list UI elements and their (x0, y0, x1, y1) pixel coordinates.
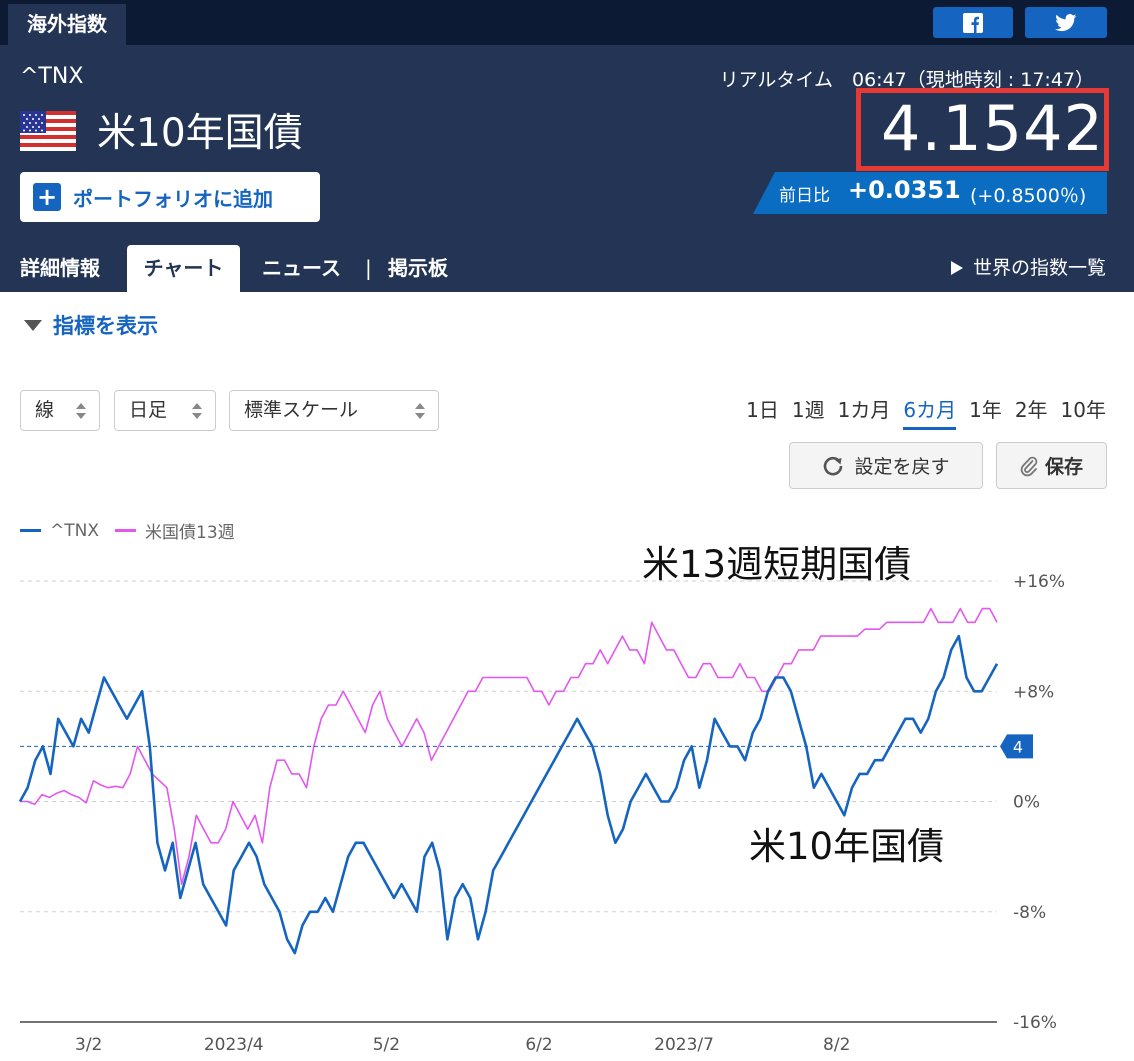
legend-swatch-tnx (20, 529, 41, 532)
ticker-symbol: ^TNX (20, 64, 84, 89)
save-button[interactable]: 保存 (996, 442, 1107, 489)
refresh-icon (824, 456, 843, 475)
twitter-share-button[interactable] (1025, 7, 1107, 38)
x-tick-label: 6/2 (525, 1035, 552, 1055)
chart-series (18, 607, 999, 955)
change-value: +0.0351 (848, 176, 961, 204)
range-1d[interactable]: 1日 (746, 394, 779, 430)
quote-header: 海外指数 ^TNX 米10年国債 + ポートフォリオに追加 リアルタイム 06:… (0, 0, 1134, 292)
chart-type-value: 線 (35, 399, 55, 421)
tab-board[interactable]: 掲示板 (388, 245, 448, 292)
current-price: 4.1542 (881, 92, 1104, 165)
tab-bar: 詳細情報 チャート ニュース | 掲示板 世界の指数一覧 (0, 245, 1134, 292)
show-indicators-label: 指標を表示 (53, 314, 158, 338)
x-tick-label: 3/2 (75, 1035, 102, 1055)
sort-arrows-icon (76, 403, 86, 419)
tab-news[interactable]: ニュース (262, 245, 341, 292)
tab-detail[interactable]: 詳細情報 (20, 245, 100, 292)
annotation-10-year-note: 米10年国債 (749, 825, 945, 868)
current-value-marker: 4 (20, 734, 1033, 759)
range-2y[interactable]: 2年 (1015, 394, 1048, 430)
index-name: 米10年国債 (97, 111, 303, 156)
legend-label-tnx: ^TNX (50, 520, 99, 541)
play-triangle-icon (950, 261, 963, 275)
y-tick-label: -8% (1013, 903, 1046, 923)
legend-swatch-13w (115, 529, 136, 532)
add-to-portfolio-button[interactable]: + ポートフォリオに追加 (20, 172, 320, 222)
y-tick-label: 0% (1013, 793, 1040, 813)
chart-type-select[interactable]: 線 (20, 390, 100, 431)
range-10y[interactable]: 10年 (1061, 394, 1106, 430)
reset-settings-label: 設定を戻す (854, 456, 950, 478)
y-tick-label: -16% (1013, 1013, 1057, 1033)
x-axis-labels: 3/2 2023/4 5/2 6/2 2023/7 8/2 (75, 1035, 850, 1055)
price-chart[interactable]: +16% +8% 0% -8% -16% 3/2 2023/4 5/2 6/2 2023/7 8/… (0, 540, 1134, 1061)
facebook-icon (963, 12, 983, 33)
range-selector: 1日 1週 1カ月 6カ月 1年 2年 10年 (746, 394, 1106, 430)
range-6m[interactable]: 6カ月 (903, 394, 957, 430)
scale-value: 標準スケール (244, 399, 359, 421)
sort-arrows-icon (192, 403, 202, 419)
sort-arrows-icon (415, 403, 425, 419)
save-label: 保存 (1044, 456, 1083, 478)
range-1w[interactable]: 1週 (792, 394, 825, 430)
triangle-down-icon (24, 319, 42, 331)
reset-settings-button[interactable]: 設定を戻す (789, 442, 983, 489)
x-tick-label: 8/2 (823, 1035, 850, 1055)
change-percent: (+0.8500％) (970, 185, 1087, 207)
top-bar: 海外指数 (0, 0, 1134, 45)
x-tick-label: 5/2 (373, 1035, 400, 1055)
section-tab[interactable]: 海外指数 (8, 4, 126, 45)
us-flag-icon (20, 111, 76, 151)
y-tick-label: +8% (1013, 682, 1054, 702)
change-label: 前日比 (779, 186, 830, 206)
series-line-tnx (18, 634, 999, 955)
tab-chart[interactable]: チャート (127, 245, 240, 292)
y-tick-label: +16% (1013, 572, 1065, 592)
range-1y[interactable]: 1年 (969, 394, 1002, 430)
period-value: 日足 (129, 399, 168, 421)
chart-grid (20, 580, 997, 1023)
annotation-13-week-bill: 米13週短期国債 (642, 543, 912, 586)
world-indices-link[interactable]: 世界の指数一覧 (950, 245, 1106, 292)
paperclip-icon (1020, 456, 1038, 476)
facebook-share-button[interactable] (933, 7, 1013, 38)
current-value-label: 4 (1013, 737, 1023, 756)
x-tick-label: 2023/7 (654, 1035, 714, 1055)
tab-separator: | (365, 256, 372, 280)
plus-icon: + (33, 183, 61, 211)
x-tick-label: 2023/4 (204, 1035, 264, 1055)
show-indicators-toggle[interactable]: 指標を表示 (24, 310, 158, 340)
period-select[interactable]: 日足 (114, 390, 216, 431)
twitter-icon (1055, 13, 1077, 31)
range-1m[interactable]: 1カ月 (838, 394, 891, 430)
y-axis-labels: +16% +8% 0% -8% -16% (1013, 572, 1065, 1033)
scale-select[interactable]: 標準スケール (229, 390, 439, 431)
world-indices-label: 世界の指数一覧 (972, 257, 1106, 279)
add-to-portfolio-label: ポートフォリオに追加 (73, 186, 273, 211)
